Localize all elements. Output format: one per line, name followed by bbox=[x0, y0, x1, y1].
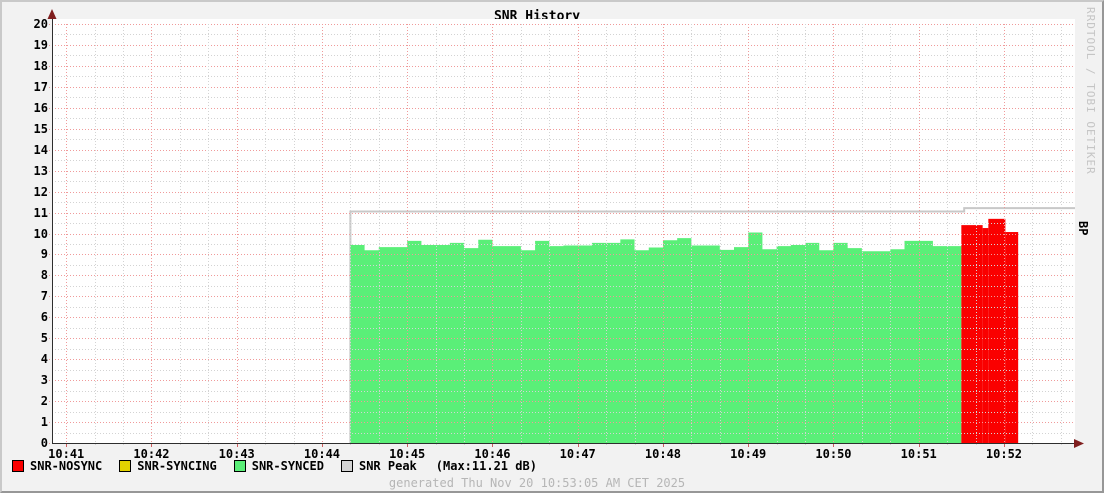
y-tick-label: 19 bbox=[8, 38, 48, 52]
rrdtool-graph-image: SNR History 0123456789101112131415161718… bbox=[0, 0, 1104, 493]
x-tick-label: 10:47 bbox=[550, 447, 606, 461]
area-snr-nosync bbox=[988, 219, 1005, 443]
rrdtool-watermark: RRDTOOL / TOBI OETIKER bbox=[1084, 7, 1097, 175]
legend-color-swatch bbox=[234, 460, 246, 472]
x-tick-label: 10:51 bbox=[891, 447, 947, 461]
x-axis-arrow bbox=[1074, 439, 1084, 448]
area-snr-synced bbox=[350, 232, 961, 443]
area-snr-nosync bbox=[961, 225, 982, 443]
legend-item: SNR-SYNCED bbox=[234, 459, 324, 473]
legend-label: SNR-SYNCED bbox=[252, 459, 324, 473]
x-tick-label: 10:48 bbox=[635, 447, 691, 461]
area-snr-nosync bbox=[983, 228, 989, 443]
legend-label: SNR-SYNCING bbox=[137, 459, 216, 473]
y-tick-label: 10 bbox=[8, 227, 48, 241]
y-tick-label: 14 bbox=[8, 143, 48, 157]
snr-history-chart bbox=[2, 2, 1104, 493]
legend-color-swatch bbox=[119, 460, 131, 472]
y-tick-label: 15 bbox=[8, 122, 48, 136]
y-tick-label: 7 bbox=[8, 289, 48, 303]
y-tick-label: 9 bbox=[8, 247, 48, 261]
y-axis-arrow bbox=[48, 9, 57, 19]
x-tick-label: 10:49 bbox=[720, 447, 776, 461]
legend-max-note: (Max:11.21 dB) bbox=[436, 459, 537, 473]
generated-timestamp: generated Thu Nov 20 10:53:05 AM CET 202… bbox=[2, 476, 1072, 490]
y-tick-label: 17 bbox=[8, 80, 48, 94]
y-tick-label: 11 bbox=[8, 206, 48, 220]
y-tick-label: 16 bbox=[8, 101, 48, 115]
area-snr-nosync bbox=[1005, 232, 1018, 443]
y-tick-label: 6 bbox=[8, 310, 48, 324]
legend-label: SNR Peak bbox=[359, 459, 417, 473]
legend-color-swatch bbox=[12, 460, 24, 472]
y-tick-label: 5 bbox=[8, 331, 48, 345]
legend-item: SNR-NOSYNC bbox=[12, 459, 102, 473]
y-tick-label: 8 bbox=[8, 268, 48, 282]
y-tick-label: 1 bbox=[8, 415, 48, 429]
legend: SNR-NOSYNC SNR-SYNCING SNR-SYNCED SNR Peak (… bbox=[12, 459, 537, 473]
y-tick-label: 18 bbox=[8, 59, 48, 73]
y-tick-label: 20 bbox=[8, 17, 48, 31]
y-tick-label: 2 bbox=[8, 394, 48, 408]
y-tick-label: 3 bbox=[8, 373, 48, 387]
y-tick-label: 13 bbox=[8, 164, 48, 178]
right-axis-label: BP bbox=[1076, 221, 1090, 235]
y-tick-label: 4 bbox=[8, 352, 48, 366]
legend-item: SNR-SYNCING bbox=[119, 459, 216, 473]
x-tick-label: 10:52 bbox=[976, 447, 1032, 461]
x-tick-label: 10:50 bbox=[805, 447, 861, 461]
legend-item: SNR Peak bbox=[341, 459, 417, 473]
legend-label: SNR-NOSYNC bbox=[30, 459, 102, 473]
legend-color-swatch bbox=[341, 460, 353, 472]
y-tick-label: 12 bbox=[8, 185, 48, 199]
